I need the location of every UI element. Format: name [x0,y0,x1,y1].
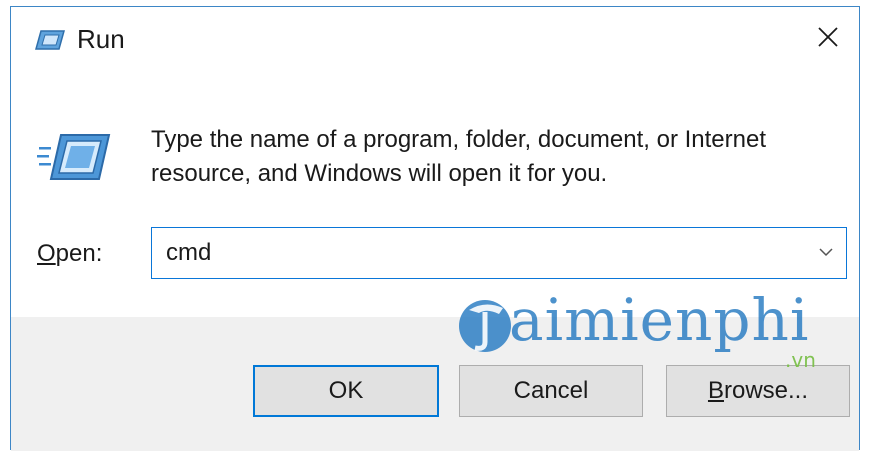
open-label: Open: [37,239,102,269]
dialog-body: Type the name of a program, folder, docu… [11,71,859,317]
browse-label: rowse... [723,377,809,404]
window-title: Run [77,24,125,54]
close-button[interactable] [797,7,859,71]
ok-button[interactable]: OK [253,365,439,417]
button-bar: OK Cancel Browse... [11,317,859,451]
run-dialog-window: Run Type the name of a program, folder, … [10,6,860,451]
open-input[interactable] [166,228,766,278]
open-label-text: pen: [55,240,103,267]
browse-mnemonic: B [707,377,724,404]
open-label-mnemonic: O [37,240,56,267]
close-icon [816,25,840,54]
run-app-icon [37,129,111,183]
title-bar[interactable]: Run [11,7,859,71]
chevron-down-icon [819,244,833,262]
open-combobox[interactable] [151,227,847,279]
dialog-description: Type the name of a program, folder, docu… [151,126,767,187]
browse-button[interactable]: Browse... [666,365,850,417]
dropdown-button[interactable] [806,228,846,278]
run-app-icon [35,29,65,51]
cancel-button[interactable]: Cancel [459,365,643,417]
